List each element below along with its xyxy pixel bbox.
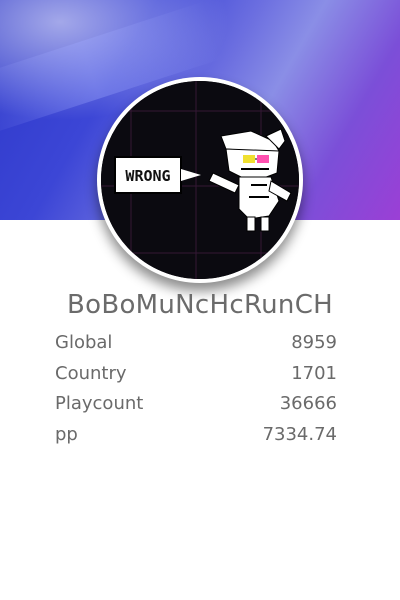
stat-value: 7334.74 (262, 423, 337, 445)
stat-value: 1701 (291, 362, 337, 384)
avatar-speech-text: WRONG (125, 167, 170, 185)
avatar-artwork: WRONG (101, 81, 299, 279)
stat-label: Country (55, 362, 127, 384)
stat-label: Global (55, 332, 113, 353)
stat-label: Playcount (55, 393, 144, 414)
avatar[interactable]: WRONG (97, 77, 303, 283)
username: BoBoMuNcHcRunCH (66, 290, 334, 320)
avatar-image: WRONG (101, 81, 299, 279)
stat-value: 8959 (291, 332, 337, 353)
stats-list: Global 8959 Country 1701 Playcount 36666… (55, 330, 337, 452)
stat-value: 36666 (279, 393, 337, 414)
stat-row-playcount: Playcount 36666 (55, 391, 337, 422)
stat-row-global: Global 8959 (55, 330, 337, 361)
stat-label: pp (55, 423, 78, 445)
profile-card: WRONG BoBoMuNcHcRunCH Global 8959 Countr… (0, 0, 400, 600)
stat-row-country: Country 1701 (55, 361, 337, 392)
stat-row-pp: pp 7334.74 (55, 422, 337, 453)
